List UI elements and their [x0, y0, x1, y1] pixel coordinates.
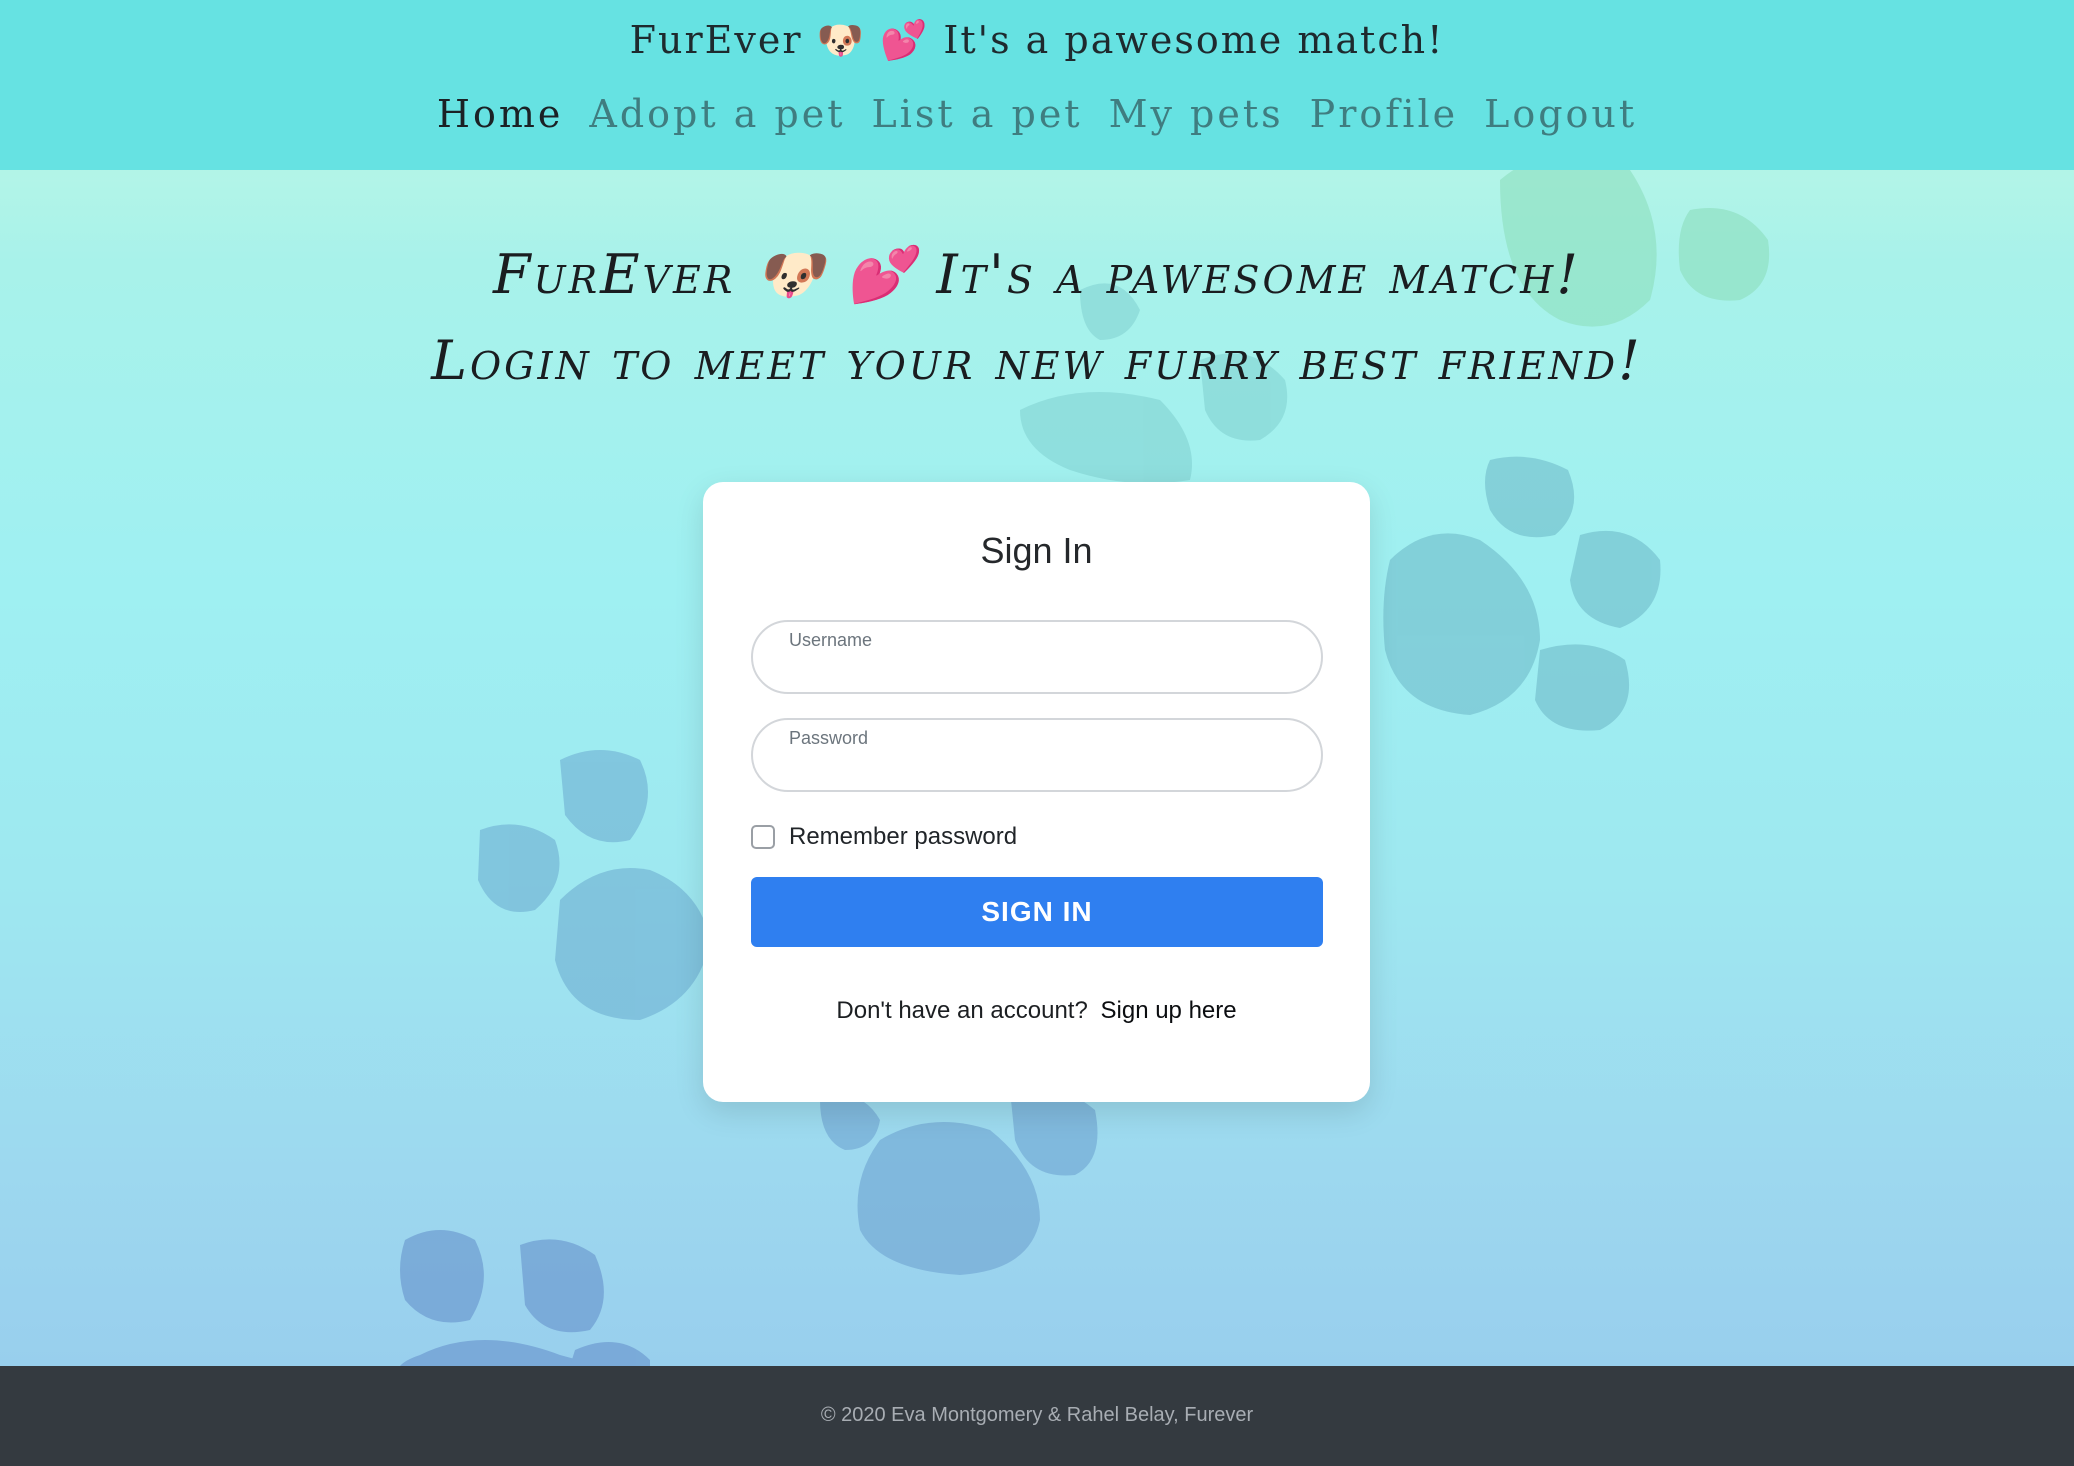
main-nav: Home Adopt a pet List a pet My pets Prof…	[0, 92, 2074, 136]
hero-title: FurEver 🐶 💕 It's a pawesome match!	[493, 243, 1581, 306]
sign-in-button[interactable]: SIGN IN	[751, 877, 1323, 947]
footer-copyright: © 2020 Eva Montgomery & Rahel Belay, Fur…	[820, 1404, 1254, 1426]
login-title: Sign In	[980, 530, 1093, 571]
nav-home[interactable]: Home	[437, 92, 564, 136]
username-label: Username	[789, 630, 873, 650]
remember-password-row[interactable]: Remember password	[751, 823, 1017, 851]
paw-print-decoration	[820, 1087, 1098, 1275]
paw-print-decoration	[400, 1230, 650, 1366]
password-input[interactable]	[789, 754, 1289, 784]
paw-print-decoration	[1383, 456, 1661, 731]
username-input[interactable]	[789, 656, 1289, 686]
username-field[interactable]: Username	[751, 620, 1323, 694]
nav-profile[interactable]: Profile	[1310, 92, 1458, 136]
password-field[interactable]: Password	[751, 718, 1323, 792]
signup-prompt-text: Don't have an account?	[836, 997, 1088, 1024]
sign-up-link[interactable]: Sign up here	[1101, 997, 1237, 1024]
remember-password-checkbox[interactable]	[751, 825, 775, 849]
footer: © 2020 Eva Montgomery & Rahel Belay, Fur…	[0, 1366, 2074, 1466]
nav-list-a-pet[interactable]: List a pet	[872, 92, 1083, 136]
top-navbar: FurEver 🐶 💕 It's a pawesome match! Home …	[0, 0, 2074, 170]
paw-print-decoration	[478, 750, 710, 1020]
hero-subtitle: Login to meet your new furry best friend…	[431, 329, 1643, 392]
password-label: Password	[789, 728, 869, 748]
signup-prompt: Don't have an account? Sign up here	[703, 997, 1370, 1025]
nav-my-pets[interactable]: My pets	[1109, 92, 1284, 136]
nav-adopt-a-pet[interactable]: Adopt a pet	[589, 92, 845, 136]
nav-logout[interactable]: Logout	[1484, 92, 1637, 136]
brand-title[interactable]: FurEver 🐶 💕 It's a pawesome match!	[0, 18, 2074, 63]
login-card: Sign In Username Password Remember passw…	[703, 482, 1370, 1102]
remember-password-label[interactable]: Remember password	[789, 823, 1017, 851]
hero-heading: FurEver 🐶 💕 It's a pawesome match! Login…	[0, 232, 2074, 404]
